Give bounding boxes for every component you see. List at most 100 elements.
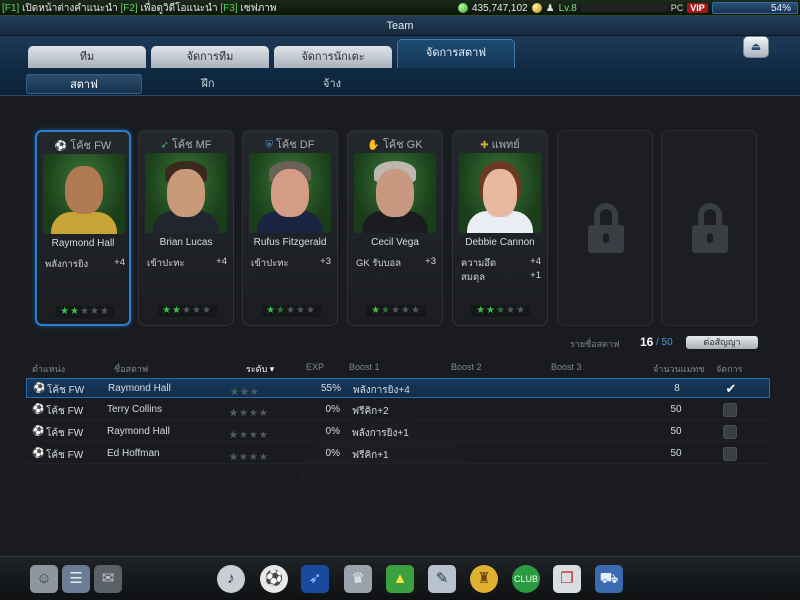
cart-icon[interactable]: ⛟	[595, 565, 623, 593]
club-icon[interactable]: CLUB	[512, 565, 540, 593]
profile-icon[interactable]: ☺	[30, 565, 58, 593]
staff-card-gk[interactable]: ✋ โค้ช GK Cecil Vega GK รับบอล +3 ★★★★★	[347, 130, 443, 326]
col-exp[interactable]: EXP	[306, 362, 324, 372]
subtab-hire[interactable]: จ้าง	[274, 74, 390, 94]
gold-coin-icon	[531, 3, 542, 13]
staff-portrait	[459, 153, 541, 233]
medkit-icon: ✚	[480, 140, 489, 151]
staff-card-df[interactable]: ⛨ โค้ช DF Rufus Fitzgerald เข้าปะทะ +3 ★★★…	[242, 130, 338, 326]
exp-progress-bar: 54%	[712, 2, 798, 14]
table-row[interactable]: ⚽ โค้ช FW Ed Hoffman ★ ★★★★ 0% ฟรีคิก+1 5…	[26, 444, 770, 464]
staff-name: Debbie Cannon	[465, 237, 535, 248]
glove-icon: ✋	[367, 140, 380, 151]
star-rating: ★★★★★	[261, 305, 321, 317]
select-checkbox[interactable]	[723, 447, 737, 461]
hotkey-help: [F1] เปิดหน้าต่างคำแนะนำ [F2] เพื่อดูวิด…	[2, 1, 277, 16]
trophy-icon[interactable]: ♛	[344, 565, 372, 593]
check-icon[interactable]: ✔	[724, 382, 738, 396]
tab-staff-management[interactable]: จัดการสตาฟ	[397, 39, 515, 68]
game-window: [F1] เปิดหน้าต่างคำแนะนำ [F2] เพื่อดูวิด…	[0, 0, 800, 600]
table-row[interactable]: ⚽ โค้ช FW Raymond Hall ★★ ★★★ 55% พลังการ…	[26, 378, 770, 398]
sub-tabs: สตาฟ ฝึก จ้าง	[0, 68, 800, 96]
col-level[interactable]: ระดับ ▾	[246, 362, 274, 376]
ball-icon: ⚽	[32, 404, 45, 415]
mail-icon[interactable]: ✉	[94, 565, 122, 593]
tab-team[interactable]: ทีม	[28, 46, 146, 68]
exp-progress-text: 54%	[770, 3, 791, 14]
col-position[interactable]: ตำแหน่ง	[32, 362, 65, 376]
select-checkbox[interactable]	[723, 403, 737, 417]
staff-name: Brian Lucas	[159, 237, 213, 248]
staff-stat: สมดุล +1	[461, 270, 541, 283]
renew-contract-button[interactable]: ต่อสัญญา	[686, 336, 758, 349]
ball-icon: ⚽	[32, 448, 45, 459]
hotkey-f3[interactable]: [F3]	[220, 3, 237, 14]
staff-card-medic[interactable]: ✚ แพทย์ Debbie Cannon ความอึด +4 สมดุล +1 ★…	[452, 130, 548, 326]
staff-portrait	[43, 154, 125, 234]
row-position: โค้ช FW	[47, 385, 85, 396]
card-role: ✚ แพทย์	[480, 139, 520, 151]
eject-icon[interactable]: ⏏	[743, 36, 769, 58]
pc-badge: PC	[670, 3, 684, 13]
star-rating: ★★★★★	[366, 305, 426, 317]
hotkey-f3-label: เซฟภาพ	[237, 3, 277, 14]
list-icon[interactable]: ☰	[62, 565, 90, 593]
main-tabs: ทีม จัดการทีม จัดการนักเตะ จัดการสตาฟ	[0, 36, 800, 68]
col-matches[interactable]: จำนวนแมทช	[653, 362, 704, 376]
hotkey-f1[interactable]: [F1]	[2, 3, 19, 14]
staff-stat: GK รับบอล +3	[356, 256, 436, 269]
ball-icon[interactable]: ⚽	[260, 565, 288, 593]
row-position: โค้ช FW	[46, 428, 84, 439]
whistle-icon[interactable]: ♪	[217, 565, 245, 593]
table-row[interactable]: ⚽ โค้ช FW Terry Collins ★ ★★★★ 0% ฟรีคิก+…	[26, 400, 770, 420]
row-name: Ed Hoffman	[107, 448, 160, 459]
shield-icon: ⛨	[265, 140, 274, 151]
staff-portrait	[249, 153, 331, 233]
hotkey-f1-label: เปิดหน้าต่างคำแนะนำ	[19, 3, 121, 14]
staff-name: Raymond Hall	[51, 238, 115, 249]
staff-name: Rufus Fitzgerald	[253, 237, 327, 248]
card-icon[interactable]: ❐	[553, 565, 581, 593]
row-matches: 8	[674, 383, 680, 394]
star-rating: ★★★★★	[471, 305, 531, 317]
staff-portrait	[145, 153, 227, 233]
staff-card-fw[interactable]: ⚽ โค้ช FW Raymond Hall พลังการยิง +4 ★★★★★	[35, 130, 131, 326]
staff-stat: เข้าปะทะ +4	[147, 256, 227, 269]
staff-count: 16	[640, 335, 654, 349]
table-row[interactable]: ⚽ โค้ช FW Raymond Hall ★ ★★★★ 0% พลังการย…	[26, 422, 770, 442]
staff-name: Cecil Vega	[371, 237, 419, 248]
row-boost1: ฟรีคิก+2	[352, 406, 389, 417]
ball-icon: ⚽	[54, 141, 68, 152]
select-checkbox[interactable]	[723, 425, 737, 439]
row-name: Raymond Hall	[108, 383, 171, 394]
ranking-icon[interactable]: ▲	[386, 565, 414, 593]
row-boost1: พลังการยิง+4	[353, 385, 410, 396]
jersey-icon[interactable]: ♜	[470, 565, 498, 593]
tab-player-management[interactable]: จัดการนักเตะ	[274, 46, 392, 68]
locked-slot	[661, 130, 757, 326]
hotkey-f2[interactable]: [F2]	[121, 3, 138, 14]
row-exp: 0%	[325, 404, 340, 415]
subtab-training[interactable]: ฝึก	[150, 74, 266, 94]
level-label: Lv.8	[558, 2, 577, 14]
tab-team-management[interactable]: จัดการทีม	[151, 46, 269, 68]
row-matches: 50	[670, 448, 682, 459]
col-boost1: Boost 1	[349, 362, 380, 372]
top-status-bar: [F1] เปิดหน้าต่างคำแนะนำ [F2] เพื่อดูวิด…	[0, 0, 800, 16]
player-name-redacted	[580, 4, 667, 12]
row-boost1: ฟรีคิก+1	[352, 450, 389, 461]
subtab-staff[interactable]: สตาฟ	[26, 74, 142, 94]
staff-stat: เข้าปะทะ +3	[251, 256, 331, 269]
staff-portrait	[354, 153, 436, 233]
boot-icon[interactable]: ➶	[301, 565, 329, 593]
money-amount: 435,747,102	[472, 2, 528, 14]
staff-card-mf[interactable]: ➶ โค้ช MF Brian Lucas เข้าปะทะ +4 ★★★★★	[138, 130, 234, 326]
notepad-icon[interactable]: ✎	[428, 565, 456, 593]
window-title: Team	[0, 16, 800, 36]
staff-stat: พลังการยิง +4	[45, 257, 125, 270]
locked-slot	[557, 130, 653, 326]
player-status: 435,747,102 ♟ Lv.8 PC VIP	[458, 1, 708, 15]
star-rating: ★★★★★	[55, 306, 115, 318]
card-role: ⚽ โค้ช FW	[54, 140, 112, 152]
col-name[interactable]: ชื่อสตาฟ	[114, 362, 148, 376]
